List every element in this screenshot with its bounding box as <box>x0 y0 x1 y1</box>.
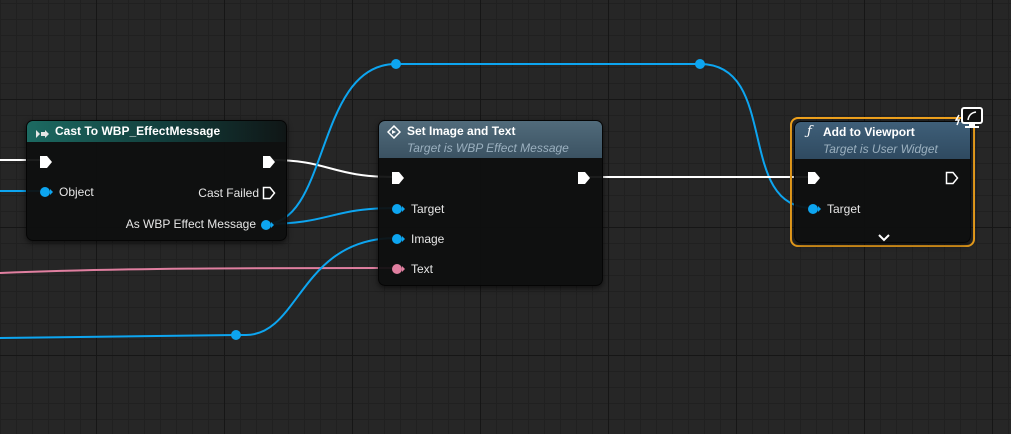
object-pin-label: Object <box>59 185 94 199</box>
add-to-viewport-node[interactable]: ƒ Add to Viewport Target is User Widget … <box>794 121 971 243</box>
reroute-knot-right[interactable] <box>695 59 705 69</box>
as-wbp-pin[interactable] <box>260 218 276 237</box>
text-pin-label: Text <box>411 262 434 276</box>
target-pin[interactable] <box>806 202 822 221</box>
function-f-icon: ƒ <box>807 124 812 139</box>
target-pin-label: Target <box>411 202 445 216</box>
target-pin[interactable] <box>390 202 406 221</box>
exec-in-pin[interactable] <box>39 155 53 174</box>
target-pin-label: Target <box>827 202 861 216</box>
blueprint-graph-canvas[interactable]: Cast To WBP_EffectMessage Object Cast Fa… <box>0 0 1011 434</box>
exec-out-pin[interactable] <box>577 171 591 190</box>
add-to-viewport-title: Add to Viewport <box>823 125 915 139</box>
cast-node-title: Cast To WBP_EffectMessage <box>55 124 221 138</box>
image-wire[interactable] <box>0 237 397 339</box>
exec-out-pin[interactable] <box>262 155 276 174</box>
image-pin-label: Image <box>411 232 445 246</box>
chevron-down-icon[interactable] <box>878 229 890 247</box>
add-to-viewport-subtitle: Target is User Widget <box>823 142 938 156</box>
text-wire[interactable] <box>0 267 397 274</box>
cast-icon <box>35 126 51 144</box>
set-image-node[interactable]: Set Image and Text Target is WBP Effect … <box>378 120 603 286</box>
exec-in-pin[interactable] <box>807 171 821 190</box>
exec-out-pin[interactable] <box>945 171 959 190</box>
object-pin[interactable] <box>38 185 54 204</box>
reroute-knot-left[interactable] <box>391 59 401 69</box>
image-pin[interactable] <box>390 232 406 251</box>
as-wbp-label: As WBP Effect Message <box>125 217 256 231</box>
text-pin[interactable] <box>390 262 406 281</box>
set-image-node-subtitle: Target is WBP Effect Message <box>407 141 569 155</box>
cast-failed-label: Cast Failed <box>198 186 259 200</box>
client-only-monitor-icon <box>954 106 985 135</box>
reroute-knot-image[interactable] <box>231 330 241 340</box>
cast-node[interactable]: Cast To WBP_EffectMessage Object Cast Fa… <box>26 120 287 241</box>
cast-failed-pin[interactable] <box>262 186 276 205</box>
set-image-node-title: Set Image and Text <box>407 124 516 138</box>
exec-in-pin[interactable] <box>391 171 405 190</box>
function-diamond-icon <box>386 124 402 144</box>
